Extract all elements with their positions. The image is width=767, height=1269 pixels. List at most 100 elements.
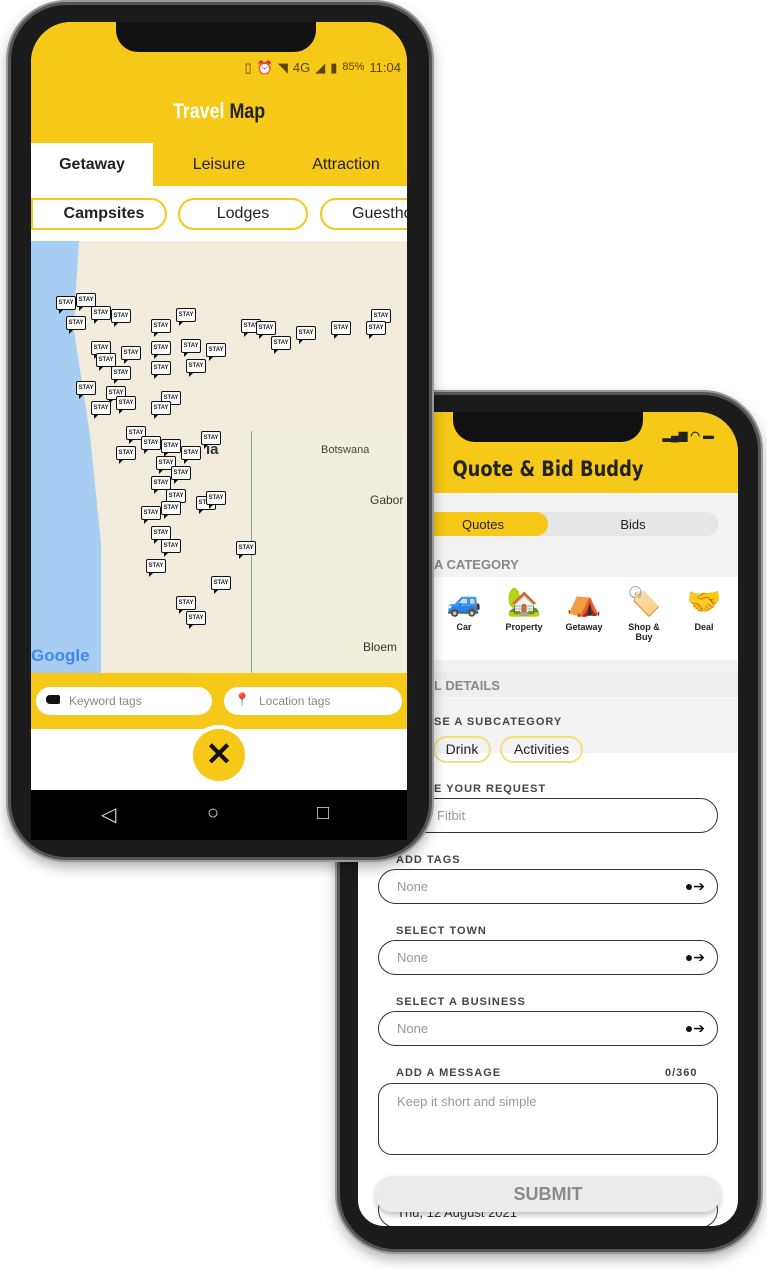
business-label: SELECT A BUSINESS <box>396 996 526 1008</box>
stay-marker[interactable]: STAY <box>366 321 386 339</box>
town-label: SELECT TOWN <box>396 925 487 937</box>
stay-marker[interactable]: STAY <box>171 466 191 484</box>
stay-marker[interactable]: STAY <box>111 309 131 327</box>
stay-marker[interactable]: STAY <box>181 339 201 357</box>
search-bar: Keyword tags 📍 Location tags <box>31 673 407 729</box>
message-label: ADD A MESSAGE <box>396 1067 502 1079</box>
stay-marker[interactable]: STAY <box>66 316 86 334</box>
stay-marker[interactable]: STAY <box>116 446 136 464</box>
subcategory-activities[interactable]: Activities <box>500 736 583 763</box>
segment-bids[interactable]: Bids <box>548 512 718 536</box>
notch <box>453 412 643 442</box>
stay-marker[interactable]: STAY <box>151 319 171 337</box>
alarm-icon: ⏰ <box>256 60 273 75</box>
stay-marker[interactable]: STAY <box>211 576 231 594</box>
stay-marker[interactable]: STAY <box>161 501 181 519</box>
wifi-icon: ◥ <box>277 60 288 75</box>
tab-attraction[interactable]: Attraction <box>285 143 407 186</box>
tags-input[interactable]: None ●➔ <box>378 869 718 904</box>
stay-marker[interactable]: STAY <box>91 401 111 419</box>
vibrate-icon: ▯ <box>244 60 252 75</box>
app-title: Travel Map <box>172 100 266 123</box>
stay-marker[interactable]: STAY <box>161 439 181 457</box>
message-textarea[interactable]: Keep it short and simple <box>378 1083 718 1155</box>
close-button[interactable]: ✕ <box>189 725 249 785</box>
subcategory-drink[interactable]: Drink <box>433 736 491 763</box>
android-nav-bar: ◁ ○ □ <box>31 790 407 840</box>
stay-marker[interactable]: STAY <box>176 596 196 614</box>
tab-getaway[interactable]: Getaway <box>31 143 153 186</box>
map[interactable]: Botswana Gabor Bloem ia Google STAY STAY S… <box>31 241 407 673</box>
handshake-icon: 🤝 <box>686 586 722 617</box>
stay-marker[interactable]: STAY <box>116 396 136 414</box>
stay-marker[interactable]: STAY <box>161 539 181 557</box>
keyword-tags-input[interactable]: Keyword tags <box>36 687 212 715</box>
tab-leisure[interactable]: Leisure <box>153 143 285 186</box>
stay-marker[interactable]: STAY <box>271 336 291 354</box>
arrow-right-icon: ●➔ <box>684 1020 705 1036</box>
stay-marker[interactable]: STAY <box>206 343 226 361</box>
stay-marker[interactable]: STAY <box>181 446 201 464</box>
chip-campsites[interactable]: Campsites <box>31 198 167 230</box>
chip-guesthouses[interactable]: Guestho <box>320 198 407 230</box>
tent-icon: ⛺ <box>566 586 602 617</box>
category-getaway[interactable]: ⛺ Getaway <box>554 582 614 632</box>
stay-marker[interactable]: STAY <box>56 296 76 314</box>
arrow-right-icon: ●➔ <box>684 878 705 894</box>
stay-marker[interactable]: STAY <box>96 353 116 371</box>
category-deal[interactable]: 🤝 Deal <box>674 582 734 632</box>
price-tag-icon: 🏷️ <box>626 586 662 617</box>
stay-marker[interactable]: STAY <box>141 506 161 524</box>
signal-icon: ◢ <box>315 60 326 75</box>
business-input[interactable]: None ●➔ <box>378 1011 718 1046</box>
tags-label: ADD TAGS <box>396 854 461 866</box>
stay-marker[interactable]: STAY <box>296 326 316 344</box>
stay-marker[interactable]: STAY <box>151 361 171 379</box>
home-icon[interactable]: ○ <box>207 802 219 825</box>
google-logo: Google <box>31 646 90 665</box>
battery-icon: ▮ <box>330 60 338 75</box>
stay-marker[interactable]: STAY <box>331 321 351 339</box>
stay-marker[interactable]: STAY <box>76 293 96 311</box>
arrow-right-icon: ●➔ <box>684 949 705 965</box>
house-icon: 🏡 <box>506 586 542 617</box>
recents-icon[interactable]: □ <box>317 802 329 825</box>
stay-marker[interactable]: STAY <box>76 381 96 399</box>
stay-marker[interactable]: STAY <box>91 306 111 324</box>
stay-marker[interactable]: STAY <box>176 308 196 326</box>
stay-marker[interactable]: STAY <box>111 366 131 384</box>
stay-marker[interactable]: STAY <box>151 401 171 419</box>
subcategory-label: SE A SUBCATEGORY <box>434 716 563 728</box>
stay-marker[interactable]: STAY <box>186 611 206 629</box>
stay-marker[interactable]: STAY <box>206 491 226 509</box>
app-header: ▯ ⏰ ◥ 4G ◢ ▮ 85% 11:04 Travel Map <box>31 22 407 143</box>
stay-marker[interactable]: STAY <box>201 431 221 449</box>
stay-marker[interactable]: STAY <box>151 526 171 544</box>
message-counter: 0/360 <box>665 1067 698 1079</box>
car-icon: 🚙 <box>446 586 482 617</box>
location-tags-input[interactable]: 📍 Location tags <box>224 687 402 715</box>
app-title: Quote & Bid Buddy <box>452 457 644 481</box>
stay-marker[interactable]: STAY <box>256 321 276 339</box>
town-input[interactable]: None ●➔ <box>378 940 718 975</box>
category-heading: A CATEGORY <box>434 557 519 572</box>
details-heading: L DETAILS <box>434 678 500 693</box>
close-icon: ✕ <box>205 736 233 772</box>
tag-icon <box>46 695 60 704</box>
stay-marker[interactable]: STAY <box>151 341 171 359</box>
back-icon[interactable]: ◁ <box>101 802 116 827</box>
stay-marker[interactable]: STAY <box>121 346 141 364</box>
stay-marker[interactable]: STAY <box>236 541 256 559</box>
notch <box>116 22 316 52</box>
stay-marker[interactable]: STAY <box>146 559 166 577</box>
stay-marker[interactable]: STAY <box>151 476 171 494</box>
category-shop-buy[interactable]: 🏷️ Shop & Buy <box>614 582 674 642</box>
category-car[interactable]: 🚙 Car <box>434 582 494 632</box>
stay-marker[interactable]: STAY <box>186 359 206 377</box>
category-property[interactable]: 🏡 Property <box>494 582 554 632</box>
travel-map-screen: ▯ ⏰ ◥ 4G ◢ ▮ 85% 11:04 Travel Map Getaway Lei… <box>31 22 407 840</box>
submit-button[interactable]: SUBMIT <box>376 1176 720 1212</box>
stay-marker[interactable]: STAY <box>141 436 161 454</box>
chip-lodges[interactable]: Lodges <box>178 198 308 230</box>
request-label: E YOUR REQUEST <box>434 783 547 795</box>
